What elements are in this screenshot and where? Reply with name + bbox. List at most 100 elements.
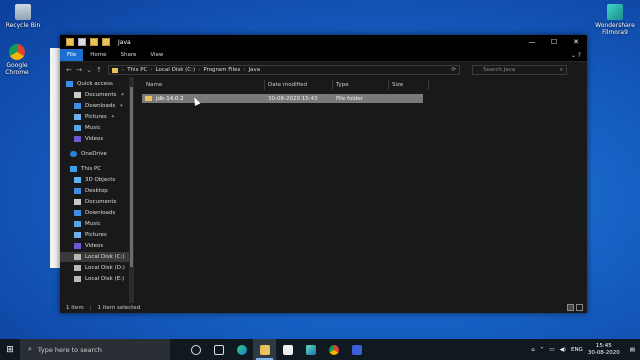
pin-icon: ✦: [120, 92, 125, 98]
tab-share[interactable]: Share: [113, 49, 143, 61]
tab-home[interactable]: Home: [83, 49, 113, 61]
folder-icon: [66, 38, 74, 46]
up-button[interactable]: ↑: [94, 66, 104, 74]
nav-onedrive[interactable]: OneDrive: [70, 149, 107, 159]
videos-icon: [74, 136, 81, 142]
desktop-icon-recycle-bin[interactable]: Recycle Bin: [0, 4, 46, 29]
drive-icon: [74, 254, 81, 260]
pin-icon: ✦: [110, 114, 115, 120]
search-input[interactable]: Search Java ⌕: [472, 65, 567, 75]
search-icon: ⌕: [559, 67, 563, 73]
taskbar: ⊞ ⌕ Type here to search ⌂ ⌃ ▭ ◀) ENG 15:…: [0, 339, 640, 360]
desktop-icon-label: Recycle Bin: [5, 22, 41, 29]
desktop-icon-label: Google Chrome: [5, 62, 29, 76]
nav-music[interactable]: Music: [74, 123, 101, 133]
file-type: File folder: [336, 95, 363, 102]
notifications-icon[interactable]: ▤: [630, 347, 635, 353]
properties-icon[interactable]: [78, 38, 86, 46]
breadcrumb-program-files[interactable]: Program Files: [203, 67, 240, 73]
chrome-icon: [9, 44, 25, 60]
column-date-modified[interactable]: Date modified: [268, 82, 307, 88]
close-button[interactable]: ✕: [565, 35, 587, 49]
drive-icon: [74, 265, 81, 271]
nav-local-disk-c[interactable]: Local Disk (C:): [60, 252, 129, 262]
nav-3d-objects[interactable]: 3D Objects: [74, 175, 115, 185]
task-view-button[interactable]: [184, 339, 207, 360]
address-bar[interactable]: › This PC › Local Disk (C:) › Program Fi…: [108, 65, 460, 75]
column-size[interactable]: Size: [392, 82, 403, 88]
nav-videos[interactable]: Videos: [74, 134, 103, 144]
pin-icon: ✦: [119, 103, 124, 109]
nav-downloads-pc[interactable]: Downloads: [74, 208, 115, 218]
breadcrumb-this-pc[interactable]: This PC: [127, 67, 147, 73]
nav-music-pc[interactable]: Music: [74, 219, 101, 229]
filmora-icon: [607, 4, 623, 20]
taskbar-app-file-explorer[interactable]: [253, 339, 276, 360]
file-row[interactable]: jdk-14.0.2 30-08-2020 15:43 File folder: [142, 94, 423, 103]
downloads-icon: [74, 103, 81, 109]
status-bar: 1 item | 1 item selected: [60, 303, 587, 313]
language-indicator[interactable]: ENG: [571, 347, 583, 353]
taskbar-search-box[interactable]: ⌕ Type here to search: [20, 339, 170, 360]
nav-downloads[interactable]: Downloads ✦: [74, 101, 123, 111]
desktop-icon-google-chrome[interactable]: Google Chrome: [0, 44, 40, 76]
ribbon-tabs: File Home Share View ⌄ ?: [60, 49, 587, 62]
new-folder-icon[interactable]: [90, 38, 98, 46]
network-icon[interactable]: ▭: [549, 347, 554, 353]
desktop-icon: [74, 188, 81, 194]
tab-view[interactable]: View: [143, 49, 170, 61]
refresh-icon[interactable]: ⟳: [451, 67, 456, 73]
nav-local-disk-d[interactable]: Local Disk (D:): [74, 263, 125, 273]
taskbar-app-store[interactable]: [276, 339, 299, 360]
tab-file[interactable]: File: [60, 49, 84, 61]
selected-count: 1 item selected: [97, 305, 141, 311]
column-type[interactable]: Type: [336, 82, 349, 88]
desktop-icon-label: Wondershare Filmora9: [595, 22, 635, 36]
address-bar-row: ← → ⌄ ↑ › This PC › Local Disk (C:) › Pr…: [60, 62, 587, 78]
taskbar-app-multitask[interactable]: [207, 339, 230, 360]
drive-icon: [74, 276, 81, 282]
nav-desktop[interactable]: Desktop: [74, 186, 108, 196]
taskbar-app-chrome[interactable]: [322, 339, 345, 360]
nav-this-pc[interactable]: This PC: [70, 164, 101, 174]
forward-button[interactable]: →: [74, 66, 84, 74]
file-date: 30-08-2020 15:43: [268, 95, 318, 102]
desktop-icon-filmora[interactable]: Wondershare Filmora9: [592, 4, 638, 36]
taskbar-app-winamp[interactable]: [299, 339, 322, 360]
app-icon: [351, 344, 362, 355]
taskbar-app-edge[interactable]: [230, 339, 253, 360]
maximize-button[interactable]: ☐: [543, 35, 565, 49]
nav-local-disk-e[interactable]: Local Disk (E:): [74, 274, 124, 284]
details-view-button[interactable]: [567, 304, 574, 311]
nav-documents[interactable]: Documents ✦: [74, 90, 125, 100]
documents-icon: [74, 92, 81, 98]
back-button[interactable]: ←: [64, 66, 74, 74]
edge-icon: [236, 344, 247, 355]
breadcrumb-java[interactable]: Java: [249, 67, 261, 73]
breadcrumb-local-disk[interactable]: Local Disk (C:): [156, 67, 196, 73]
chevron-up-icon[interactable]: ⌃: [540, 347, 545, 353]
content-scrollbar[interactable]: [582, 77, 587, 303]
people-icon[interactable]: ⌂: [531, 347, 535, 353]
documents-icon: [74, 199, 81, 205]
file-list: Name Date modified Type Size jdk-14.0.2 …: [134, 77, 587, 303]
clock[interactable]: 15:45 30-08-2020: [588, 343, 620, 357]
taskbar-app-tool[interactable]: [345, 339, 368, 360]
volume-icon[interactable]: ◀): [560, 347, 566, 353]
search-placeholder: Search Java: [483, 67, 516, 73]
nav-pictures-pc[interactable]: Pictures: [74, 230, 107, 240]
recent-locations-button[interactable]: ⌄: [84, 66, 94, 74]
column-name[interactable]: Name: [146, 82, 162, 88]
clock-time: 15:45: [595, 342, 612, 349]
start-button[interactable]: ⊞: [0, 345, 20, 355]
scrollbar-thumb[interactable]: [130, 87, 133, 267]
minimize-button[interactable]: —: [521, 35, 543, 49]
nav-videos-pc[interactable]: Videos: [74, 241, 103, 251]
title-bar[interactable]: Java — ☐ ✕: [60, 35, 587, 49]
help-icon[interactable]: ⌄ ?: [571, 52, 581, 59]
nav-pictures[interactable]: Pictures ✦: [74, 112, 115, 122]
large-icons-view-button[interactable]: [576, 304, 583, 311]
nav-quick-access[interactable]: Quick access: [66, 79, 113, 89]
windows-icon: [213, 344, 224, 355]
nav-documents-pc[interactable]: Documents: [74, 197, 116, 207]
